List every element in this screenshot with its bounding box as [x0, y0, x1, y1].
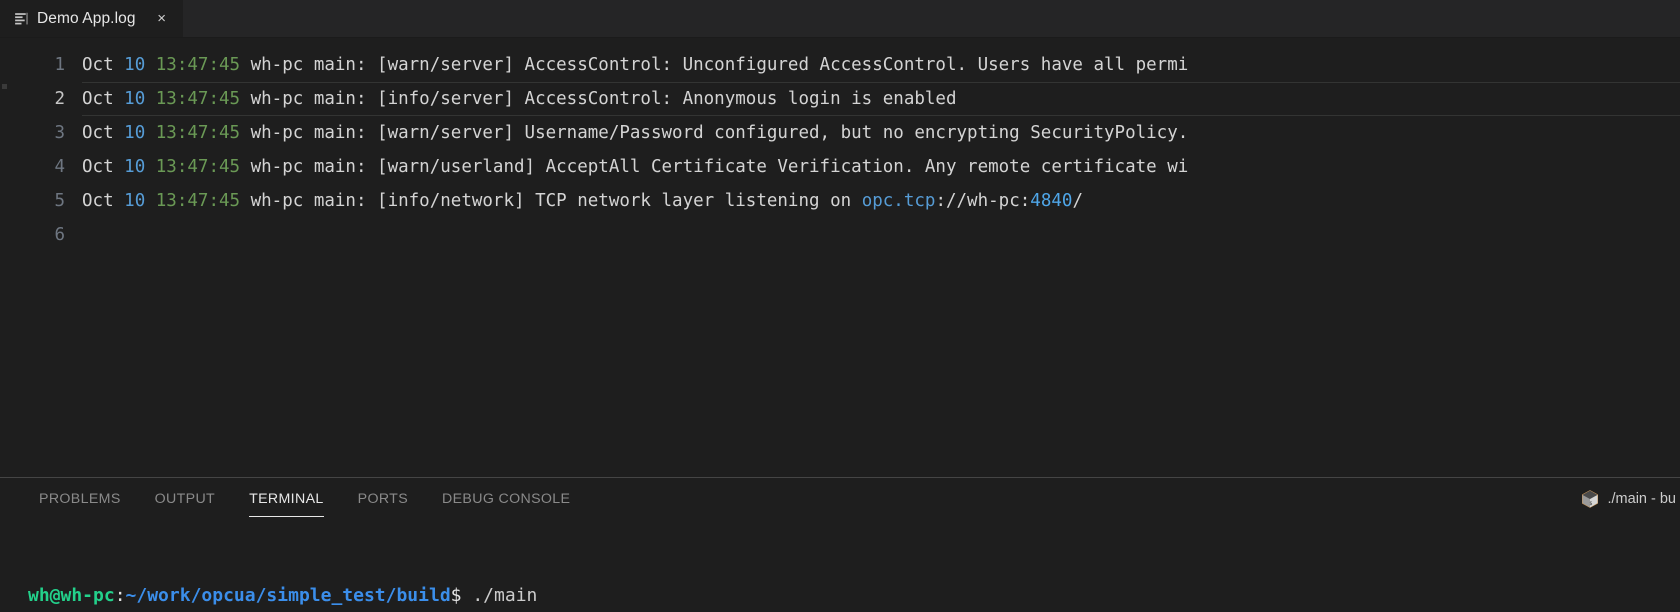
- line-number: 6: [54, 225, 65, 245]
- code-token: 4840: [1030, 191, 1073, 211]
- svg-text:$: $: [1589, 501, 1592, 507]
- editor-area[interactable]: 1 Oct 10 13:47:45 wh-pc main: [warn/serve…: [0, 38, 1680, 477]
- panel-tab-ports[interactable]: PORTS: [341, 478, 425, 520]
- code-line-text: Oct 10 13:47:45 wh-pc main: [info/server…: [82, 82, 1680, 116]
- terminal-cube-icon: $: [1580, 489, 1600, 509]
- terminal-entry-label: ./main - bu: [1607, 491, 1677, 507]
- code-token: /: [1072, 191, 1083, 211]
- editor-tab-label: Demo App.log: [37, 9, 136, 27]
- tabbar-empty-space: [183, 0, 1680, 37]
- code-line[interactable]: 3 Oct 10 13:47:45 wh-pc main: [warn/serve…: [0, 116, 1680, 150]
- line-number: 4: [54, 157, 65, 177]
- code-line[interactable]: 6: [0, 218, 1680, 252]
- code-token: 13:47:45: [155, 191, 241, 211]
- code-token: 10: [124, 157, 156, 177]
- code-line-text: Oct 10 13:47:45 wh-pc main: [warn/server…: [82, 48, 1680, 82]
- code-line-text: Oct 10 13:47:45 wh-pc main: [info/networ…: [82, 184, 1680, 218]
- code-token: Oct: [82, 55, 125, 75]
- code-line[interactable]: 2 Oct 10 13:47:45 wh-pc main: [info/serve…: [0, 82, 1680, 116]
- code-token: 10: [124, 123, 156, 143]
- vscode-window: Demo App.log × 1 Oct 10 13:47:45 wh-pc ma…: [0, 0, 1680, 612]
- terminal-command: ./main: [472, 585, 538, 606]
- panel-tab-label: PROBLEMS: [39, 491, 121, 507]
- panel-tab-problems[interactable]: PROBLEMS: [22, 478, 138, 520]
- code-line-text: Oct 10 13:47:45 wh-pc main: [warn/server…: [82, 116, 1680, 150]
- code-token: 10: [124, 55, 156, 75]
- code-token: wh-pc main: [warn/server] Username/Passw…: [240, 123, 1189, 143]
- terminal-list-entry[interactable]: $ ./main - bu: [1580, 489, 1677, 509]
- code-line[interactable]: 4 Oct 10 13:47:45 wh-pc main: [warn/userl…: [0, 150, 1680, 184]
- code-lines-container[interactable]: 1 Oct 10 13:47:45 wh-pc main: [warn/serve…: [0, 48, 1680, 477]
- code-token: 13:47:45: [155, 55, 241, 75]
- code-token: wh-pc main: [warn/server] AccessControl:…: [240, 55, 1189, 75]
- panel-tabs: PROBLEMS OUTPUT TERMINAL PORTS DEBUG CONSOLE: [22, 478, 587, 520]
- code-token: 10: [124, 89, 156, 109]
- panel-tab-label: PORTS: [357, 491, 409, 507]
- log-file-icon: [13, 10, 30, 27]
- code-line[interactable]: 1 Oct 10 13:47:45 wh-pc main: [warn/serve…: [0, 48, 1680, 82]
- code-token: 13:47:45: [155, 123, 241, 143]
- line-number: 3: [54, 123, 65, 143]
- terminal-cwd: ~/work/opcua/simple_test/build: [125, 585, 451, 606]
- code-token: 13:47:45: [155, 89, 241, 109]
- code-token: 13:47:45: [155, 157, 241, 177]
- panel-tab-label: TERMINAL: [249, 491, 324, 507]
- code-line-text: [82, 218, 1680, 252]
- panel-tab-label: DEBUG CONSOLE: [442, 491, 571, 507]
- line-number: 1: [54, 55, 65, 75]
- code-line[interactable]: 5 Oct 10 13:47:45 wh-pc main: [info/netwo…: [0, 184, 1680, 218]
- code-token: Oct: [82, 157, 125, 177]
- panel-tab-terminal[interactable]: TERMINAL: [232, 478, 341, 520]
- code-token: Oct: [82, 89, 125, 109]
- code-token: 10: [124, 191, 156, 211]
- panel-tab-debug-console[interactable]: DEBUG CONSOLE: [425, 478, 587, 520]
- bottom-panel: PROBLEMS OUTPUT TERMINAL PORTS DEBUG CONSOLE…: [0, 477, 1680, 612]
- code-line-text: Oct 10 13:47:45 wh-pc main: [warn/userla…: [82, 150, 1680, 184]
- code-token: Oct: [82, 191, 125, 211]
- code-token: Oct: [82, 123, 125, 143]
- terminal-user-host: wh@wh-pc: [28, 585, 115, 606]
- code-token: wh-pc main: [info/server] AccessControl:…: [240, 89, 957, 109]
- close-icon[interactable]: ×: [153, 10, 171, 28]
- code-token: ://wh-pc:: [935, 191, 1031, 211]
- terminal-colon: :: [114, 585, 126, 606]
- editor-tabbar: Demo App.log ×: [0, 0, 1680, 38]
- code-token: wh-pc main: [warn/userland] AcceptAll Ce…: [240, 157, 1189, 177]
- panel-header: PROBLEMS OUTPUT TERMINAL PORTS DEBUG CONSOLE…: [0, 478, 1680, 520]
- line-number: 5: [54, 191, 65, 211]
- panel-tab-label: OUTPUT: [154, 491, 216, 507]
- code-token: opc.tcp: [861, 191, 936, 211]
- terminal-prompt-line: wh@wh-pc:~/work/opcua/simple_test/build$…: [28, 582, 1680, 609]
- panel-tab-output[interactable]: OUTPUT: [138, 478, 232, 520]
- terminal-prompt-symbol: $: [450, 585, 473, 606]
- terminal-output[interactable]: wh@wh-pc:~/work/opcua/simple_test/build$…: [0, 520, 1680, 612]
- code-token: wh-pc main: [info/network] TCP network l…: [240, 191, 862, 211]
- line-number: 2: [54, 89, 65, 109]
- panel-right-controls: $ ./main - bu: [1580, 478, 1680, 520]
- editor-tab-demo-app-log[interactable]: Demo App.log ×: [0, 0, 184, 37]
